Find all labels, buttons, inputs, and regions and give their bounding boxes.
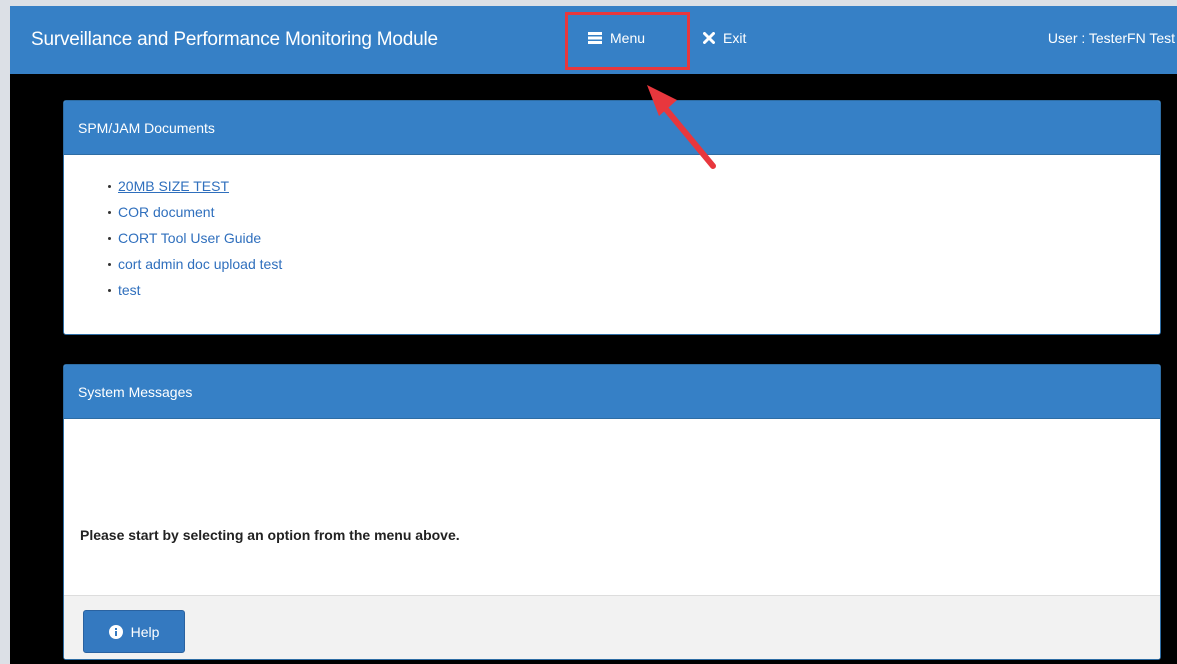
document-link[interactable]: 20MB SIZE TEST — [118, 178, 229, 194]
user-label: User : TesterFN Test — [1047, 30, 1175, 46]
help-button[interactable]: Help — [83, 610, 185, 653]
documents-panel: SPM/JAM Documents 20MB SIZE TEST COR doc… — [63, 100, 1161, 335]
system-messages-footer: Help — [64, 595, 1160, 659]
document-link[interactable]: cort admin doc upload test — [118, 256, 282, 272]
app-frame: Surveillance and Performance Monitoring … — [10, 6, 1177, 664]
documents-panel-title: SPM/JAM Documents — [64, 101, 1160, 155]
list-item: COR document — [108, 199, 1160, 225]
document-link[interactable]: CORT Tool User Guide — [118, 230, 261, 246]
exit-button[interactable]: Exit — [703, 30, 746, 46]
document-link[interactable]: test — [118, 282, 141, 298]
document-link[interactable]: COR document — [118, 204, 214, 220]
exit-label: Exit — [723, 30, 747, 46]
close-icon — [703, 32, 715, 44]
list-item: 20MB SIZE TEST — [108, 173, 1160, 199]
system-messages-title: System Messages — [64, 365, 1160, 419]
list-item: cort admin doc upload test — [108, 251, 1160, 277]
help-label: Help — [130, 623, 160, 640]
system-messages-panel: System Messages Please start by selectin… — [63, 364, 1161, 660]
app-title[interactable]: Surveillance and Performance Monitoring … — [31, 29, 438, 51]
document-list: 20MB SIZE TEST COR document CORT Tool Us… — [64, 155, 1160, 303]
menu-highlight-box — [565, 12, 690, 70]
top-navbar: Surveillance and Performance Monitoring … — [10, 6, 1177, 74]
info-icon — [108, 624, 123, 639]
list-item: CORT Tool User Guide — [108, 225, 1160, 251]
system-messages-body: Please start by selecting an option from… — [64, 419, 1160, 595]
list-item: test — [108, 277, 1160, 303]
system-message-text: Please start by selecting an option from… — [80, 527, 460, 543]
